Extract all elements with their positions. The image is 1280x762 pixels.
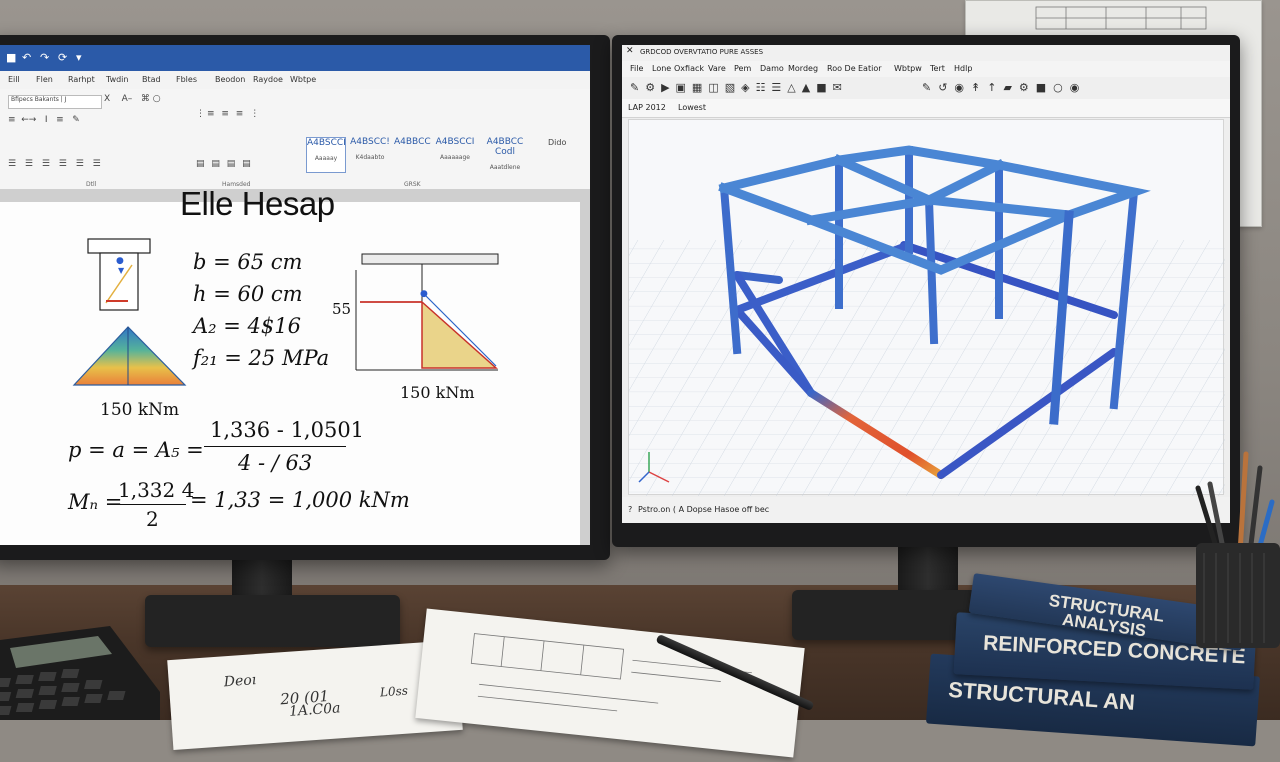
3d-viewport[interactable] — [628, 119, 1225, 496]
quick-access-icon[interactable]: ▾ — [76, 51, 82, 64]
right-screen: ✕ GRDCOD OVERVTATIO PURE ASSES File Lone… — [622, 45, 1230, 523]
menu-item[interactable]: Raydoe — [253, 75, 283, 84]
svg-text:▼: ▼ — [118, 266, 125, 275]
equation-2-lhs: Mₙ = — [68, 490, 123, 514]
save-icon[interactable]: ■ — [6, 51, 16, 64]
refresh-icon[interactable]: ⟳ — [58, 51, 67, 64]
group-label: GRSK — [404, 181, 421, 188]
toolbar-icons[interactable]: ✎⚙▶▣▦◫▧◈☷☰△▲■✉ — [630, 81, 848, 94]
left-monitor-base — [145, 595, 400, 647]
toolbar-icons-2[interactable]: ✎↺◉↟↑▰⚙■○◉ — [922, 81, 1086, 94]
menu-item[interactable]: Hdlp — [954, 64, 972, 73]
menu-item[interactable]: File — [630, 64, 643, 73]
param-area: A₂ = 4$16 — [193, 314, 301, 338]
style-4[interactable]: A4BSCCI Aaaaaage — [434, 137, 476, 171]
style-3[interactable]: A4BBCC — [394, 137, 431, 171]
style-5[interactable]: A4BBCC Codl Aaatdlene — [480, 137, 530, 171]
param-h: h = 60 cm — [193, 282, 303, 306]
fraction-bar — [204, 446, 346, 447]
menu-item[interactable]: Oxfiack — [674, 64, 704, 73]
style-normal[interactable]: A4BSCCI Aaaaay — [306, 137, 346, 173]
document-title: Elle Hesap — [180, 185, 335, 222]
book-bottom-title: STRUCTURAL AN — [947, 676, 1136, 715]
alignment-buttons[interactable]: ☰ ☰ ☰ ☰ ☰ ☰ — [8, 159, 104, 169]
app-statusbar: ? Pstro.on ( A Dopse Hasoe off bec — [622, 497, 1230, 523]
moment-diagram: ● — [355, 253, 499, 371]
menu-item[interactable]: Wbtpe — [290, 75, 316, 84]
paper-note: L0ss — [379, 683, 409, 700]
left-diagram-caption: 150 kNm — [100, 400, 180, 420]
font-size-controls[interactable]: X A– ⌘ ○ — [104, 94, 161, 104]
group-label: Dtll — [86, 181, 97, 188]
corner-marker: ? — [628, 505, 633, 514]
menu-item[interactable]: Roo De — [827, 64, 856, 73]
paragraph-buttons[interactable]: ⋮≡ ≡ ≡ ⋮ — [196, 109, 261, 119]
menu-item[interactable]: Lone — [652, 64, 671, 73]
style-2[interactable]: A4BSCC! K4daabto — [350, 137, 390, 171]
app-toolbar-2: LAP 2012 Lowest — [622, 99, 1230, 118]
menu-item[interactable]: Fbles — [176, 75, 197, 84]
app-menu-bar: File Lone Oxfiack Vare Pem Damo Mordeg R… — [622, 61, 1230, 77]
menu-item[interactable]: Eill — [8, 75, 20, 84]
menu-item[interactable]: Damo — [760, 64, 784, 73]
right-monitor: ✕ GRDCOD OVERVTATIO PURE ASSES File Lone… — [612, 35, 1240, 547]
font-name-box[interactable]: Bfipecs Bakants | J — [8, 95, 102, 109]
menu-item[interactable]: Beodon — [215, 75, 245, 84]
equation-1-denominator: 4 - / 63 — [238, 451, 313, 475]
menu-item[interactable]: Flen — [36, 75, 53, 84]
equation-2-rhs: = 1,33 = 1,000 kNm — [190, 488, 410, 512]
svg-text:●: ● — [420, 289, 428, 299]
paragraph-buttons-2[interactable]: ▤ ▤ ▤ ▤ — [196, 159, 253, 169]
paper-note: Deoı — [223, 672, 257, 691]
word-titlebar: ■ ↶ ↷ ⟳ ▾ — [0, 45, 590, 71]
structural-frame-model — [629, 145, 1225, 496]
equation-1-lhs: p = a = A₅ = — [68, 438, 204, 462]
equation-2-denominator: 2 — [146, 507, 159, 531]
paper-note: 1A.C0a — [288, 700, 341, 720]
param-strength: f₂₁ = 25 MPa — [193, 346, 330, 370]
menu-item[interactable]: Btad — [142, 75, 161, 84]
menu-item[interactable]: Vare — [708, 64, 726, 73]
app-title: GRDCOD OVERVTATIO PURE ASSES — [640, 48, 764, 56]
right-diagram-caption: 150 kNm — [400, 383, 475, 402]
param-b: b = 65 cm — [193, 250, 303, 274]
fraction-bar — [116, 504, 186, 505]
menu-item[interactable]: Pem — [734, 64, 751, 73]
right-diagram-label: 55 — [332, 300, 352, 318]
equation-2-numerator: 1,332 4 — [118, 478, 195, 502]
calculator — [0, 626, 160, 720]
equation-1-numerator: 1,336 - 1,0501 — [210, 418, 365, 442]
redo-icon[interactable]: ↷ — [40, 51, 49, 64]
menu-item[interactable]: Mordeg — [788, 64, 818, 73]
menu-item[interactable]: Wbtpw — [894, 64, 922, 73]
view-field[interactable]: Lowest — [678, 103, 706, 112]
word-menu-bar: Eill Flen Rarhpt Twdin Btad Fbles Beodon… — [0, 71, 590, 89]
editing-group[interactable]: Dido — [548, 138, 566, 147]
undo-icon[interactable]: ↶ — [22, 51, 31, 64]
menu-item[interactable]: Tert — [930, 64, 945, 73]
beam-section-diagram: ● ▼ — [72, 238, 187, 386]
svg-text:●: ● — [116, 256, 124, 266]
word-ribbon: Bfipecs Bakants | J X A– ⌘ ○ ≡ ←→ I ≡ ✎ … — [0, 89, 590, 190]
menu-item[interactable]: Twdin — [106, 75, 128, 84]
menu-item[interactable]: Rarhpt — [68, 75, 95, 84]
layer-field[interactable]: LAP 2012 — [628, 103, 666, 112]
close-icon[interactable]: ✕ — [626, 46, 634, 56]
format-buttons[interactable]: ≡ ←→ I ≡ ✎ — [8, 115, 80, 125]
pencil-cup — [1195, 451, 1280, 648]
status-text: Pstro.on ( A Dopse Hasoe off bec — [638, 505, 770, 514]
app-titlebar: ✕ GRDCOD OVERVTATIO PURE ASSES — [622, 45, 1230, 61]
menu-item[interactable]: Eatior — [858, 64, 882, 73]
app-toolbar: ✎⚙▶▣▦◫▧◈☷☰△▲■✉ ✎↺◉↟↑▰⚙■○◉ — [622, 77, 1230, 100]
